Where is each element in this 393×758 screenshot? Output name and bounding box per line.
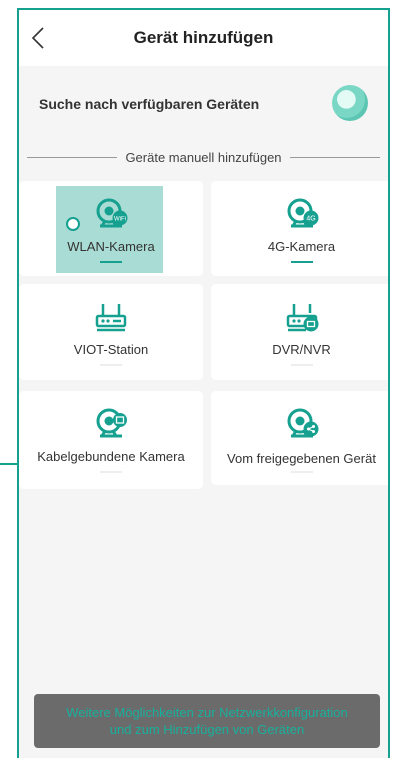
device-label: VIOT-Station	[73, 342, 149, 357]
device-label: WLAN-Kamera	[67, 239, 155, 254]
search-status-text: Suche nach verfügbaren Geräten	[39, 96, 260, 112]
device-card-dvr-nvr[interactable]: DVR/NVR	[211, 284, 388, 380]
card-underline	[290, 261, 313, 263]
card-underline	[290, 471, 313, 473]
4g-camera-icon: 4G	[287, 198, 318, 228]
svg-text:4G: 4G	[306, 216, 315, 223]
divider-line-right	[282, 157, 380, 158]
phone-screen: Gerät hinzufügen Suche nach verfügbaren …	[17, 8, 390, 758]
nav-bar: Gerät hinzufügen	[19, 10, 388, 66]
device-card-shared-device[interactable]: Vom freigegebenen Gerät	[211, 391, 388, 485]
device-label: DVR/NVR	[272, 342, 331, 357]
device-card-viot-station[interactable]: VIOT-Station	[19, 284, 203, 380]
manual-add-divider: Geräte manuell hinzufügen	[19, 142, 388, 172]
card-underline	[100, 261, 122, 263]
more-options-line-2: und zum Hinzufügen von Geräten	[109, 722, 305, 737]
device-label: Vom freigegebenen Gerät	[227, 451, 376, 466]
device-label: 4G-Kamera	[267, 239, 336, 254]
wifi-camera-icon: WiFi	[96, 198, 128, 228]
svg-text:WiFi: WiFi	[114, 217, 126, 223]
page-title: Gerät hinzufügen	[133, 28, 274, 47]
device-card-wired-camera[interactable]: Kabelgebundene Kamera	[19, 391, 203, 489]
shared-camera-icon	[287, 408, 318, 438]
station-icon	[95, 304, 127, 332]
more-options-line-1: Weitere Möglichkeiten zur Netzwerkkonfig…	[66, 705, 348, 720]
card-underline	[290, 364, 313, 366]
search-row: Suche nach verfügbaren Geräten	[19, 66, 388, 142]
card-underline	[100, 471, 122, 473]
back-arrow-icon[interactable]	[27, 24, 51, 52]
device-card-wlan-camera[interactable]: WiFi WLAN-Kamera	[19, 181, 203, 276]
device-card-4g-camera[interactable]: 4G 4G-Kamera	[211, 181, 388, 276]
wired-camera-icon	[96, 408, 127, 438]
divider-line-left	[27, 157, 125, 158]
more-network-options-button[interactable]: Weitere Möglichkeiten zur Netzwerkkonfig…	[34, 694, 380, 748]
callout-dot	[66, 217, 80, 231]
dvr-nvr-icon	[286, 304, 318, 332]
radar-scan-icon	[332, 85, 368, 121]
divider-label: Geräte manuell hinzufügen	[117, 149, 290, 165]
device-label: Kabelgebundene Kamera	[37, 449, 185, 464]
card-underline	[100, 364, 122, 366]
